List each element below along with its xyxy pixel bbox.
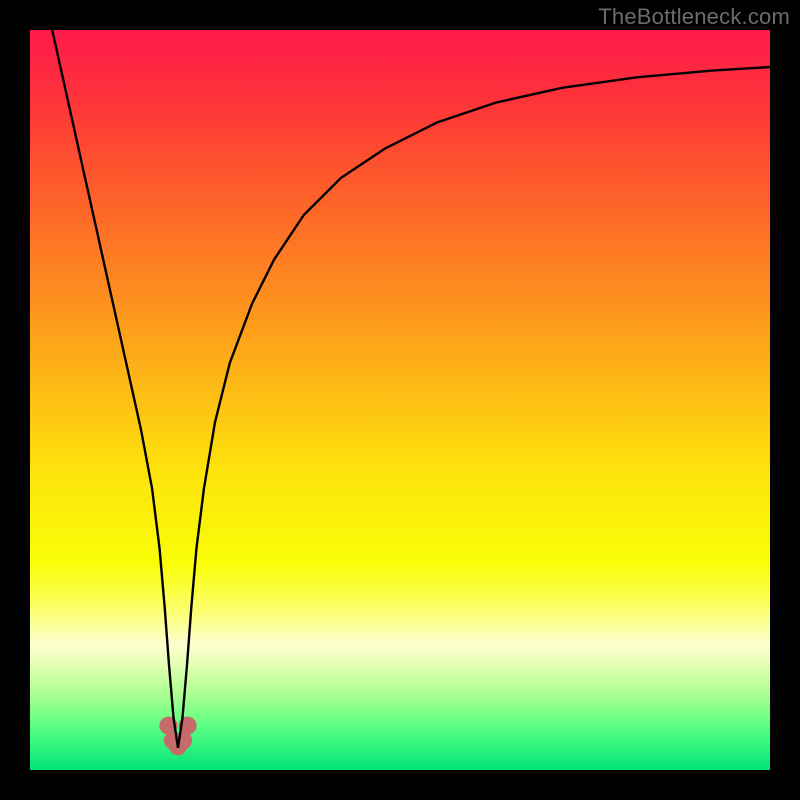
watermark-text: TheBottleneck.com bbox=[598, 4, 790, 30]
plot-area bbox=[30, 30, 770, 770]
outer-frame: TheBottleneck.com bbox=[0, 0, 800, 800]
chart-svg bbox=[30, 30, 770, 770]
